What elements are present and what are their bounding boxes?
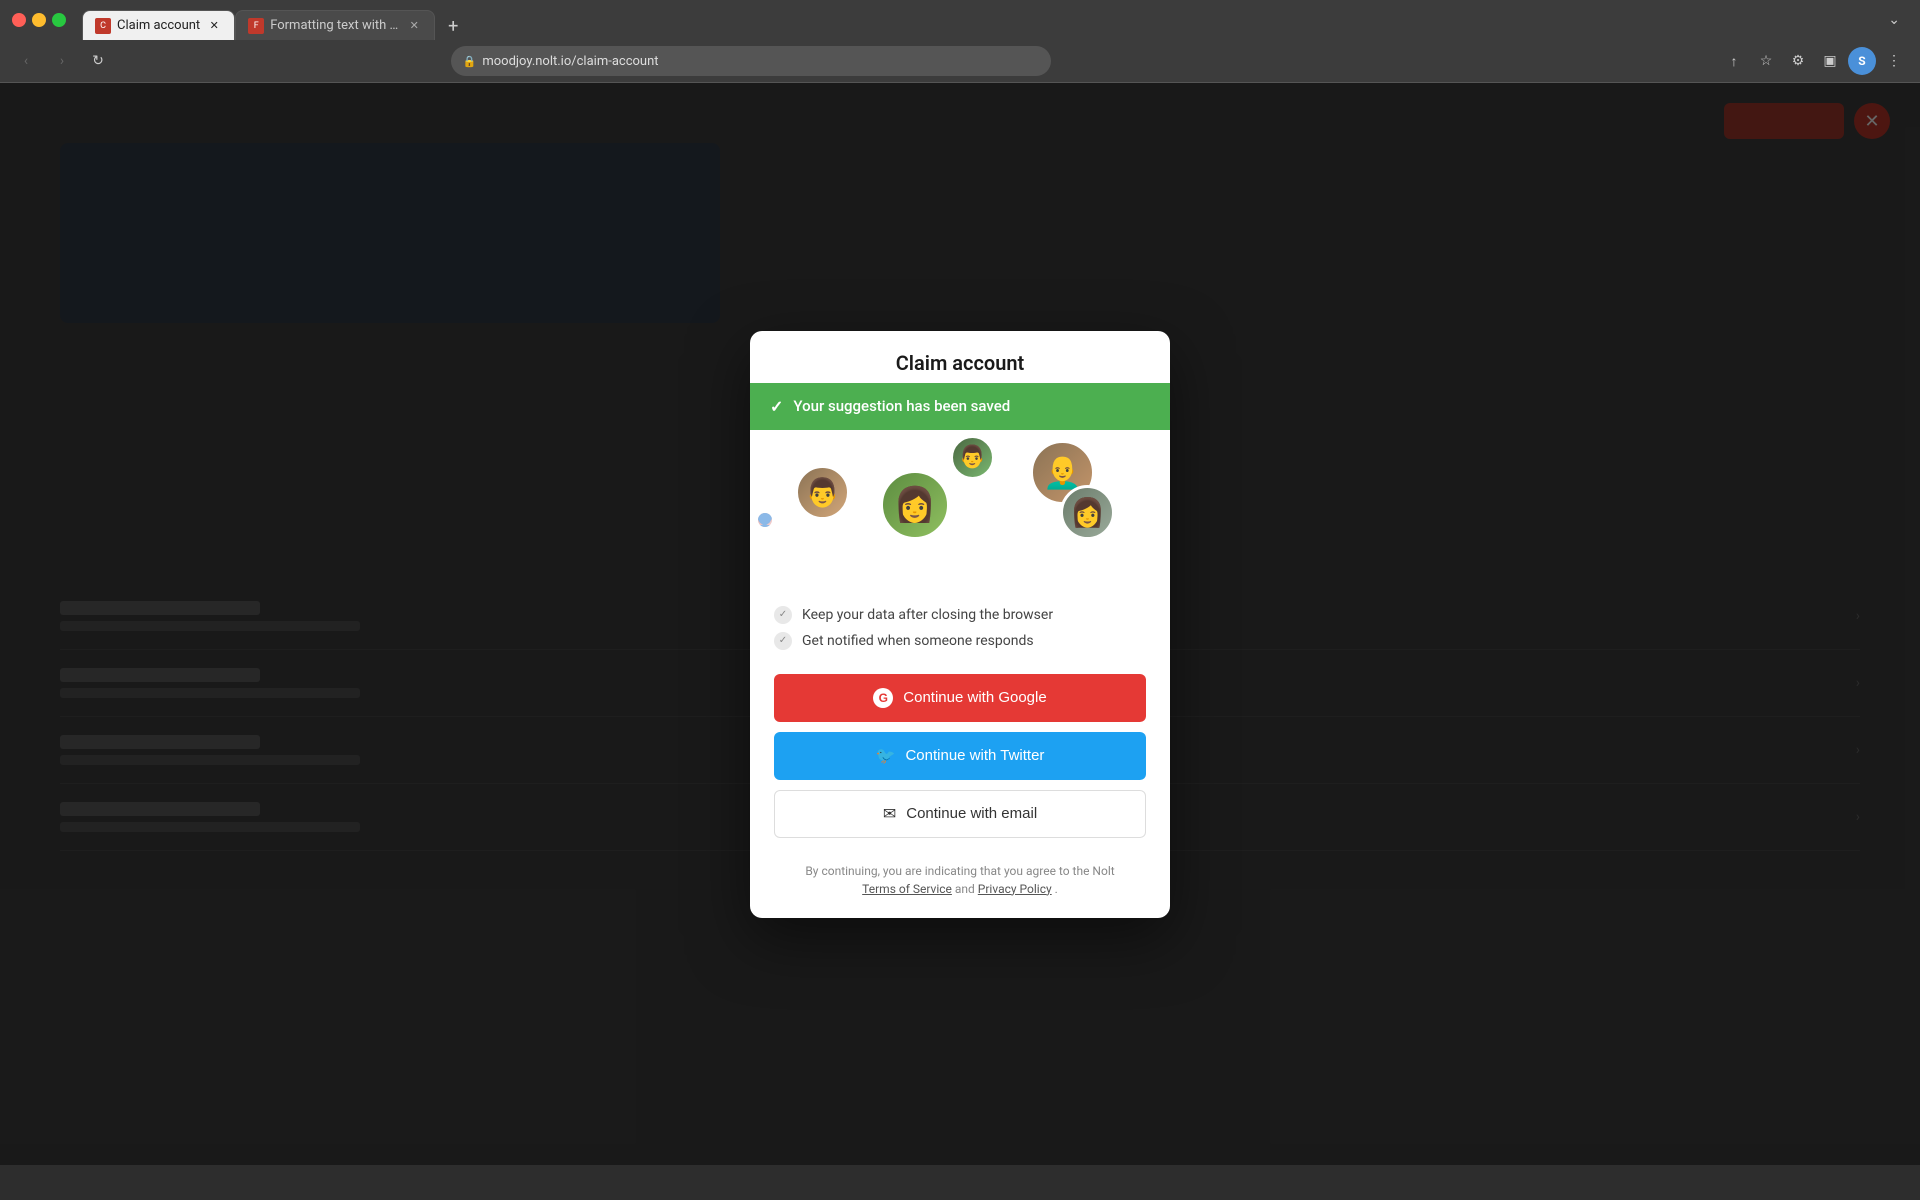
twitter-icon: 🐦 [876,746,896,766]
share-button[interactable]: ↑ [1720,47,1748,75]
avatar-face: 👩 [883,473,947,537]
menu-button[interactable]: ⋮ [1880,47,1908,75]
tab1-close-button[interactable]: ✕ [206,18,222,34]
claim-account-modal: Claim account ✓ Your suggestion has been… [750,331,1170,918]
tab-bar: C Claim account ✕ F Formatting text with… [74,4,1872,40]
profile-button[interactable]: S [1848,47,1876,75]
avatar: 👩 [1060,485,1115,540]
feature-text: Get notified when someone responds [802,633,1034,649]
address-bar-row: ‹ › ↻ 🔒 moodjoy.nolt.io/claim-account ↑ … [0,40,1920,82]
avatar: 👨 [950,435,995,480]
avatar-face: 👤 [758,513,772,527]
avatars-area: 👤 👨 👩 👨 👨‍🦲 👩 [750,430,1170,590]
avatar: 👩 [880,470,950,540]
email-button-label: Continue with email [906,805,1037,822]
email-icon: ✉ [883,804,896,824]
avatar: 👤 [755,510,775,530]
back-button[interactable]: ‹ [12,47,40,75]
footer-and: and [955,882,975,896]
tab-overflow-button[interactable]: ⌄ [1880,8,1908,32]
feature-check-icon: ✓ [774,632,792,650]
bookmark-button[interactable]: ☆ [1752,47,1780,75]
reload-button[interactable]: ↻ [84,47,112,75]
google-button-label: Continue with Google [903,689,1046,706]
features-list: ✓ Keep your data after closing the brows… [750,590,1170,666]
avatar-face: 👨 [953,438,992,477]
lock-icon: 🔒 [463,55,477,68]
continue-with-google-button[interactable]: G Continue with Google [774,674,1146,722]
forward-button[interactable]: › [48,47,76,75]
tab1-favicon: C [95,18,111,34]
close-traffic-light[interactable] [12,13,26,27]
continue-with-email-button[interactable]: ✉ Continue with email [774,790,1146,838]
modal-buttons: G Continue with Google 🐦 Continue with T… [750,666,1170,854]
sidebar-button[interactable]: ▣ [1816,47,1844,75]
feature-check-icon: ✓ [774,606,792,624]
feature-text: Keep your data after closing the browser [802,607,1053,623]
titlebar: C Claim account ✕ F Formatting text with… [0,0,1920,40]
avatar-face: 👨 [798,468,847,517]
extensions-button[interactable]: ⚙ [1784,47,1812,75]
avatar: 👨 [795,465,850,520]
twitter-button-label: Continue with Twitter [905,747,1044,764]
google-icon: G [873,688,893,708]
tab-formatting[interactable]: F Formatting text with Markdown... ✕ [235,10,435,40]
maximize-traffic-light[interactable] [52,13,66,27]
tab2-title: Formatting text with Markdown... [270,18,400,33]
modal-footer: By continuing, you are indicating that y… [750,854,1170,918]
feature-item-notify: ✓ Get notified when someone responds [774,632,1146,650]
toolbar-right: ↑ ☆ ⚙ ▣ S ⋮ [1720,47,1908,75]
minimize-traffic-light[interactable] [32,13,46,27]
privacy-link[interactable]: Privacy Policy [978,882,1052,896]
tab1-title: Claim account [117,18,200,33]
success-message: Your suggestion has been saved [793,397,1010,415]
modal-title: Claim account [774,351,1146,375]
success-check-icon: ✓ [770,397,783,416]
tab2-close-button[interactable]: ✕ [406,18,422,34]
continue-with-twitter-button[interactable]: 🐦 Continue with Twitter [774,732,1146,780]
browser-chrome: C Claim account ✕ F Formatting text with… [0,0,1920,83]
modal-header: Claim account [750,331,1170,383]
success-banner: ✓ Your suggestion has been saved [750,383,1170,430]
url-text: moodjoy.nolt.io/claim-account [482,54,1038,69]
tos-link[interactable]: Terms of Service [862,882,952,896]
page-content: › › › › [0,83,1920,1165]
footer-suffix: . [1055,882,1058,896]
modal-wrapper: Claim account ✓ Your suggestion has been… [0,83,1920,1165]
traffic-lights [12,13,66,27]
avatar-face: 👩 [1063,488,1112,537]
tab2-favicon: F [248,18,264,34]
new-tab-button[interactable]: + [439,12,467,40]
footer-prefix: By continuing, you are indicating that y… [805,864,1114,878]
address-bar[interactable]: 🔒 moodjoy.nolt.io/claim-account [451,46,1051,76]
tab-claim-account[interactable]: C Claim account ✕ [82,10,235,40]
feature-item-data: ✓ Keep your data after closing the brows… [774,606,1146,624]
